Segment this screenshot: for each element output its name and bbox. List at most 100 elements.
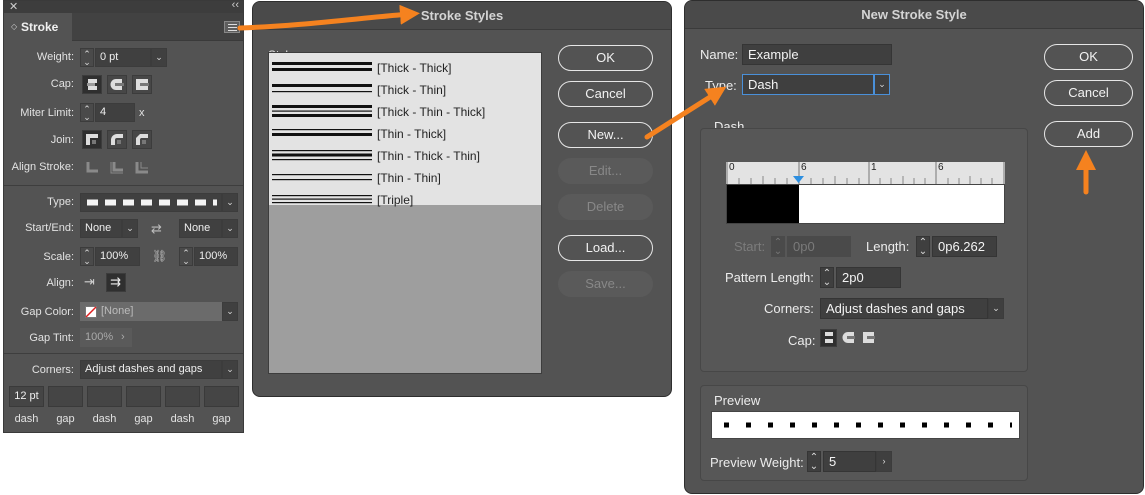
end-field[interactable]: None	[179, 219, 222, 238]
length-stepper[interactable]: ⌃ ⌄	[916, 236, 930, 257]
start-field[interactable]: None	[80, 219, 122, 238]
dash-pattern-editor[interactable]	[726, 184, 1005, 224]
pattern-length-field[interactable]: 2p0	[836, 267, 901, 288]
swap-icon[interactable]: ⇄	[151, 221, 162, 237]
dash-field-3[interactable]	[165, 386, 200, 407]
corners-dropdown-chevron-icon[interactable]: ⌄	[988, 298, 1004, 319]
thin-thick-thin-preview	[272, 150, 372, 161]
miter-limit-field[interactable]: 4	[95, 103, 135, 122]
join-label: Join:	[50, 134, 74, 146]
align-center-icon	[86, 162, 98, 173]
round-join-button[interactable]	[107, 130, 127, 149]
round-cap-button[interactable]	[840, 329, 857, 347]
add-button[interactable]: Add	[1044, 121, 1133, 147]
weight-field[interactable]: 0 pt	[95, 48, 151, 67]
align-center-button[interactable]	[82, 158, 102, 177]
type-dropdown-chevron-icon[interactable]: ⌄	[874, 74, 890, 95]
load-button[interactable]: Load...	[558, 235, 653, 261]
projecting-cap-button[interactable]	[132, 75, 152, 94]
corners-field[interactable]: Adjust dashes and gaps	[80, 360, 222, 379]
dash-segment[interactable]	[727, 185, 799, 223]
gap-field-2[interactable]	[126, 386, 161, 407]
list-item[interactable]: [Thick - Thick]	[269, 57, 541, 79]
close-icon[interactable]: ✕	[9, 0, 18, 13]
corners-select[interactable]: Adjust dashes and gaps	[820, 298, 988, 319]
list-item[interactable]: [Thin - Thin]	[269, 167, 541, 189]
butt-cap-button[interactable]	[820, 329, 837, 347]
ok-button[interactable]: OK	[558, 45, 653, 71]
chevron-right-icon[interactable]: ›	[876, 451, 892, 472]
projecting-cap-button[interactable]	[860, 329, 877, 347]
weight-stepper[interactable]: ⌃ ⌄	[80, 48, 94, 67]
stroke-styles-dialog: Stroke Styles Styles: [Thick - Thick] [T…	[252, 1, 672, 397]
align-outside-button[interactable]	[132, 158, 152, 177]
gap-label: gap	[212, 413, 231, 425]
miter-limit-stepper[interactable]: ⌃ ⌄	[80, 103, 94, 122]
scale-end-field[interactable]: 100%	[194, 247, 238, 266]
corners-dropdown[interactable]: ⌄	[222, 360, 238, 379]
list-item[interactable]: [Triple]	[269, 189, 541, 211]
start-end-label: Start/End:	[25, 222, 74, 234]
style-name: [Thin - Thick]	[377, 127, 447, 141]
gap-tint-field[interactable]: 100% ›	[80, 328, 132, 347]
dash-field-2[interactable]	[87, 386, 122, 407]
tab-stroke[interactable]: ◇ Stroke	[4, 13, 72, 41]
cancel-button[interactable]: Cancel	[1044, 80, 1133, 106]
list-item[interactable]: [Thin - Thick - Thin]	[269, 145, 541, 167]
start-field[interactable]: 0p0	[787, 236, 851, 257]
tab-expand-icon: ◇	[11, 22, 18, 31]
preview-weight-field[interactable]: 5	[823, 451, 876, 472]
dash-label: dash	[92, 413, 117, 425]
stroke-type-dropdown[interactable]: ⌄	[222, 193, 238, 212]
new-button[interactable]: New...	[558, 122, 653, 148]
save-button[interactable]: Save...	[558, 271, 653, 297]
end-dropdown[interactable]: ⌄	[222, 219, 238, 238]
list-item[interactable]: [Thick - Thin]	[269, 79, 541, 101]
preview-weight-stepper[interactable]: ⌃ ⌄	[807, 451, 821, 472]
start-dropdown[interactable]: ⌄	[122, 219, 138, 238]
ok-button[interactable]: OK	[1044, 44, 1133, 70]
link-icon[interactable]: ⛓	[152, 249, 167, 263]
dash-ruler[interactable]: 0 6 1 6	[726, 162, 1005, 184]
panel-menu-icon[interactable]	[224, 21, 240, 33]
stroke-type-field[interactable]	[80, 193, 222, 212]
align-arrowheads-inside-button[interactable]: ⇉	[106, 273, 126, 292]
round-cap-button[interactable]	[107, 75, 127, 94]
cancel-button[interactable]: Cancel	[558, 81, 653, 107]
scale-start-field[interactable]: 100%	[95, 247, 140, 266]
dash-length-marker-icon[interactable]	[793, 176, 804, 184]
tab-label: Stroke	[21, 20, 59, 34]
styles-list[interactable]: [Thick - Thick] [Thick - Thin] [Thick - …	[268, 52, 542, 374]
scale-end-stepper[interactable]: ⌃ ⌄	[179, 247, 193, 266]
dash-label: dash	[170, 413, 195, 425]
butt-cap-button[interactable]	[82, 75, 102, 94]
align-inside-button[interactable]	[107, 158, 127, 177]
delete-button[interactable]: Delete	[558, 194, 653, 220]
edit-button[interactable]: Edit...	[558, 158, 653, 184]
start-stepper[interactable]: ⌃ ⌄	[771, 236, 785, 257]
bevel-join-button[interactable]	[132, 130, 152, 149]
corners-label: Corners:	[31, 364, 74, 376]
pattern-length-stepper[interactable]: ⌃ ⌄	[820, 267, 834, 288]
scale-label: Scale:	[43, 251, 74, 263]
gap-field-1[interactable]	[48, 386, 83, 407]
gap-color-dropdown[interactable]: ⌄	[222, 302, 238, 321]
type-select[interactable]: Dash	[742, 74, 874, 95]
miter-join-button[interactable]	[82, 130, 102, 149]
scale-start-stepper[interactable]: ⌃ ⌄	[80, 247, 94, 266]
ruler-label: 0	[729, 162, 735, 173]
length-field[interactable]: 0p6.262	[932, 236, 997, 257]
gap-field-3[interactable]	[204, 386, 239, 407]
align-stroke-label: Align Stroke:	[11, 161, 74, 173]
styles-items: [Thick - Thick] [Thick - Thin] [Thick - …	[269, 53, 541, 207]
collapse-icon[interactable]: ‹‹	[232, 0, 239, 11]
name-input[interactable]: Example	[742, 44, 892, 65]
list-item[interactable]: [Thick - Thin - Thick]	[269, 101, 541, 123]
align-arrowheads-outside-icon[interactable]: ⇥	[84, 274, 95, 290]
dash-field-1[interactable]: 12 pt	[9, 386, 44, 407]
weight-dropdown[interactable]: ⌄	[151, 48, 167, 67]
panel-tab-bar: ◇ Stroke	[4, 13, 243, 41]
gap-color-field[interactable]: [None]	[80, 302, 222, 321]
list-item[interactable]: [Thin - Thick]	[269, 123, 541, 145]
miter-join-icon	[86, 134, 98, 145]
